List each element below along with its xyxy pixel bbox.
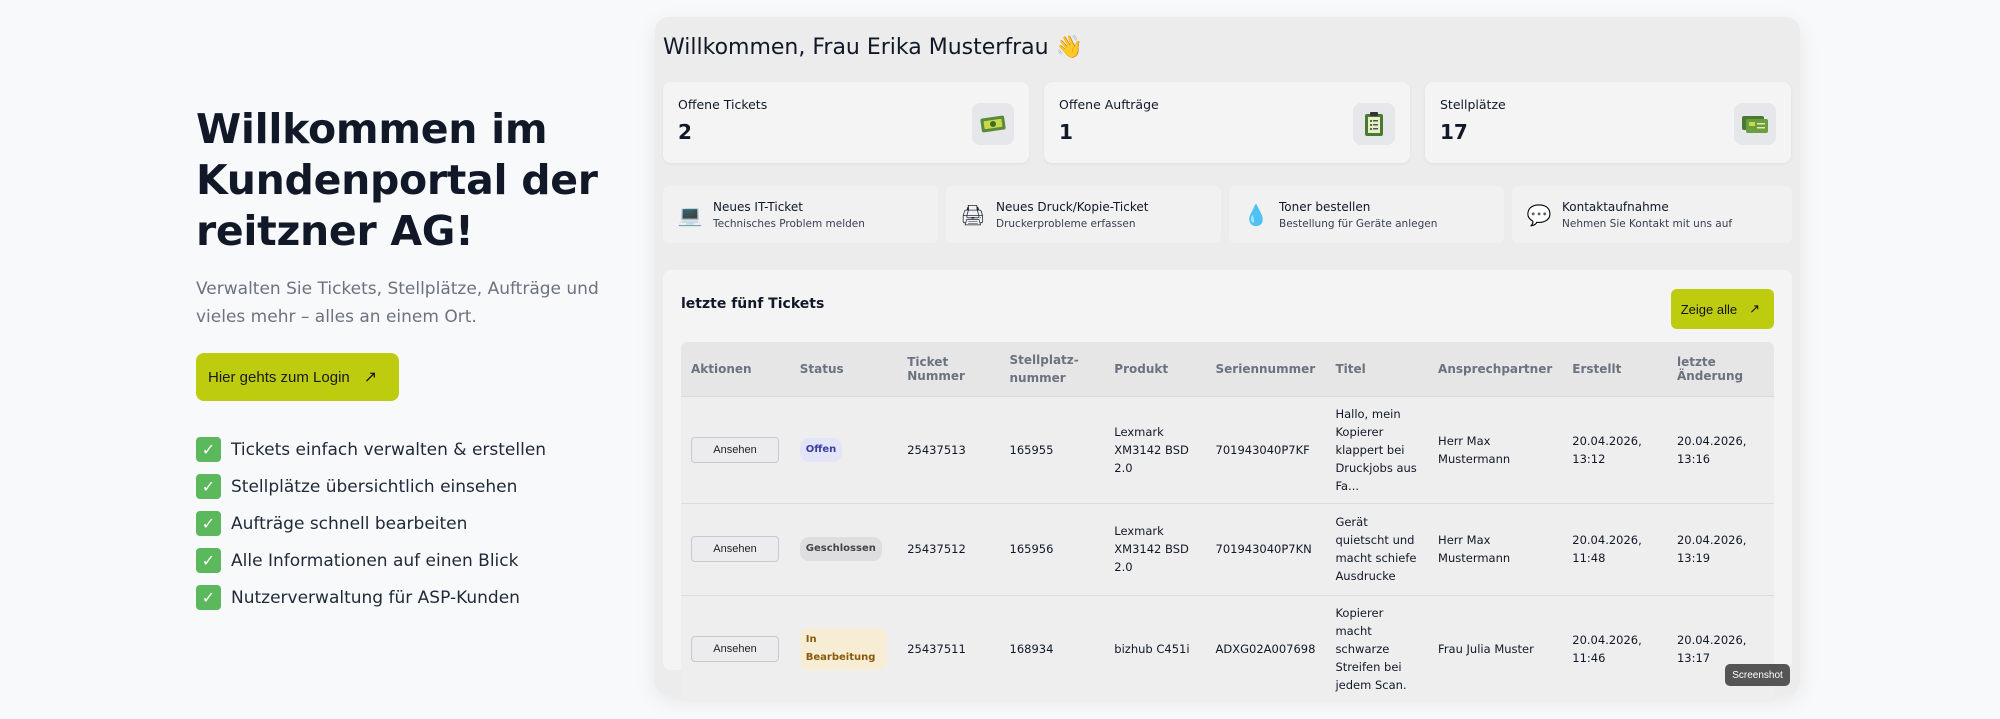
speech-bubble-icon: 💬 <box>1526 202 1552 227</box>
printer-icon: 🖨 <box>960 202 986 227</box>
card-icon <box>1734 103 1776 145</box>
checkmark-icon: ✓ <box>196 548 221 573</box>
screenshot-button[interactable]: Screenshot <box>1725 664 1790 686</box>
dashboard-preview: Willkommen, Frau Erika Musterfrau 👋 Offe… <box>655 17 1800 702</box>
hero-section: Willkommen im Kundenportal der reitzner … <box>196 104 636 616</box>
checkmark-icon: ✓ <box>196 437 221 462</box>
laptop-icon: 💻 <box>677 202 703 227</box>
feature-item: ✓ Aufträge schnell bearbeiten <box>196 505 636 542</box>
recent-tickets-card: letzte fünf Tickets Zeige alle ↗ Aktione… <box>663 270 1792 702</box>
view-ticket-button[interactable]: Ansehen <box>691 436 779 463</box>
ticket-icon <box>972 103 1014 145</box>
quick-action-print-ticket[interactable]: 🖨 Neues Druck/Kopie-Ticket Druckerproblem… <box>946 186 1221 243</box>
checkmark-icon: ✓ <box>196 511 221 536</box>
view-ticket-button[interactable]: Ansehen <box>691 536 779 562</box>
checkmark-icon: ✓ <box>196 585 221 610</box>
quick-action-toner[interactable]: 💧 Toner bestellen Bestellung für Geräte a… <box>1229 186 1504 243</box>
quick-action-it-ticket[interactable]: 💻 Neues IT-Ticket Technisches Problem mel… <box>663 186 938 243</box>
table-row: Ansehen Geschlossen 25437512 165956 Lexm… <box>681 502 1774 595</box>
arrow-up-right-icon: ↗ <box>1749 301 1760 316</box>
status-badge: Geschlossen <box>799 537 882 561</box>
feature-item: ✓ Tickets einfach verwalten & erstellen <box>196 431 636 468</box>
arrow-up-right-icon: ↗ <box>363 369 378 386</box>
view-ticket-button[interactable]: Ansehen <box>691 635 779 662</box>
stat-card-parking[interactable]: Stellplätze 17 <box>1425 82 1791 163</box>
table-row: Ansehen In Bearbeitung 25437511 168934 b… <box>681 594 1774 702</box>
status-badge: In Bearbeitung <box>799 627 888 670</box>
welcome-heading: Willkommen, Frau Erika Musterfrau 👋 <box>663 35 1083 60</box>
login-button[interactable]: Hier gehts zum Login ↗ <box>196 353 400 401</box>
hero-title: Willkommen im Kundenportal der reitzner … <box>196 105 598 255</box>
feature-item: ✓ Alle Informationen auf einen Blick <box>196 542 636 579</box>
stat-card-open-orders[interactable]: Offene Aufträge 1 <box>1044 82 1410 163</box>
recent-tickets-title: letzte fünf Tickets <box>681 296 825 312</box>
feature-item: ✓ Stellplätze übersichtlich einsehen <box>196 468 636 505</box>
tickets-table: Aktionen Status Ticket Nummer Stellplatz… <box>681 342 1774 702</box>
table-row: Ansehen Offen 25437513 165955 Lexmark XM… <box>681 395 1774 503</box>
clipboard-icon <box>1353 103 1395 145</box>
status-badge: Offen <box>799 437 843 462</box>
hero-subtitle: Verwalten Sie Tickets, Stellplätze, Auft… <box>196 279 599 327</box>
feature-item: ✓ Nutzerverwaltung für ASP-Kunden <box>196 579 636 616</box>
table-header-row: Aktionen Status Ticket Nummer Stellplatz… <box>681 342 1774 396</box>
droplet-icon: 💧 <box>1243 202 1269 227</box>
stat-card-open-tickets[interactable]: Offene Tickets 2 <box>663 82 1029 163</box>
show-all-button[interactable]: Zeige alle ↗ <box>1670 289 1774 329</box>
checkmark-icon: ✓ <box>196 474 221 499</box>
login-button-label: Hier gehts zum Login <box>208 368 350 386</box>
feature-list: ✓ Tickets einfach verwalten & erstellen ✓… <box>196 431 636 616</box>
quick-action-contact[interactable]: 💬 Kontaktaufnahme Nehmen Sie Kontakt mit … <box>1512 186 1792 243</box>
